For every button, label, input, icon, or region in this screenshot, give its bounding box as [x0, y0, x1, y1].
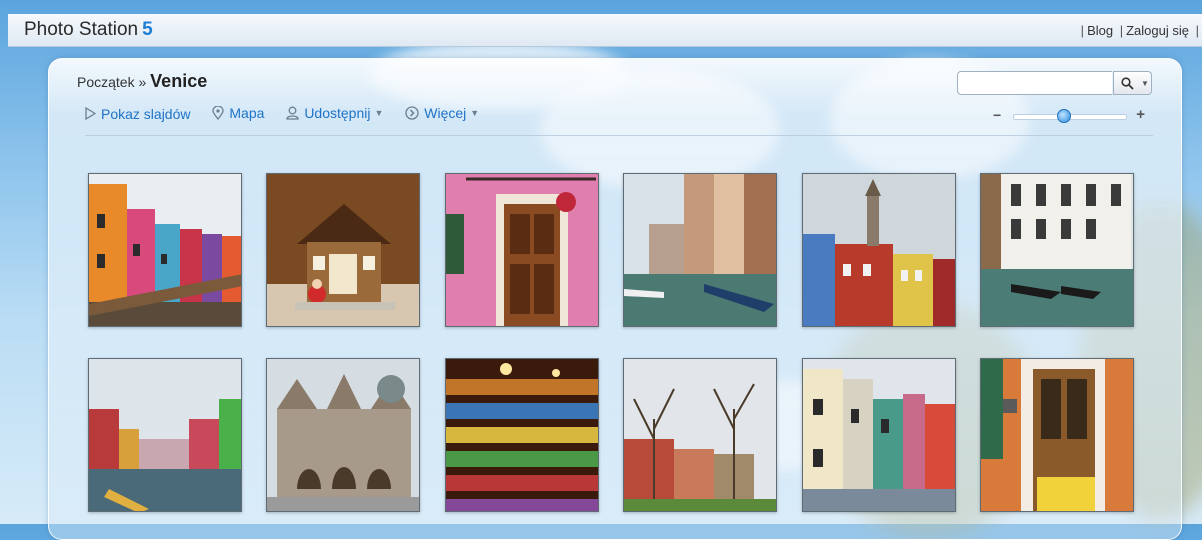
photo-thumbnail[interactable] — [802, 358, 956, 512]
photo-thumbnail[interactable] — [88, 173, 242, 327]
slideshow-button[interactable]: Pokaz slajdów — [85, 106, 191, 122]
photo-thumbnail[interactable] — [623, 358, 777, 512]
app-version: 5 — [142, 19, 153, 40]
share-button[interactable]: Udostępnij ▼ — [286, 105, 383, 121]
search-options-button[interactable]: ▼ — [1139, 71, 1152, 95]
photo-thumbnail[interactable] — [266, 173, 420, 327]
chevron-down-icon: ▼ — [374, 108, 384, 118]
top-bar: Photo Station 5 | Blog | Zaloguj się | — [8, 14, 1202, 47]
zoom-out-icon[interactable]: − — [993, 107, 1001, 123]
photo-thumbnail[interactable] — [266, 358, 420, 512]
photo-thumbnail[interactable] — [802, 173, 956, 327]
zoom-in-icon[interactable]: + — [1136, 106, 1145, 123]
toolbar-divider — [85, 135, 1153, 136]
separator: | — [1080, 23, 1085, 38]
toolbar: Pokaz slajdów Mapa Udostępnij ▼ Więcej ▼ — [85, 105, 497, 123]
more-label: Więcej — [424, 105, 467, 121]
chevron-down-icon: ▼ — [1141, 78, 1149, 88]
more-button[interactable]: Więcej ▼ — [405, 105, 479, 121]
user-icon — [286, 106, 299, 120]
search-icon — [1120, 76, 1134, 90]
search-input[interactable] — [957, 71, 1112, 95]
photo-thumbnail[interactable] — [445, 358, 599, 512]
top-links: | Blog | Zaloguj się | — [1078, 23, 1202, 38]
slider-handle[interactable] — [1057, 109, 1072, 123]
map-button[interactable]: Mapa — [212, 105, 264, 121]
separator: | — [1195, 23, 1199, 38]
breadcrumb-separator: » — [138, 74, 147, 90]
photo-thumbnail[interactable] — [980, 358, 1134, 512]
breadcrumb-current: Venice — [150, 71, 208, 91]
breadcrumb: Początek » Venice — [77, 71, 207, 92]
more-circle-icon — [405, 106, 419, 120]
chevron-down-icon: ▼ — [470, 108, 480, 118]
blog-link[interactable]: Blog — [1087, 23, 1113, 38]
login-link[interactable]: Zaloguj się — [1126, 23, 1189, 38]
play-icon — [85, 107, 96, 120]
search-box: ▼ — [957, 71, 1152, 95]
thumbnail-size-slider[interactable]: − + — [993, 106, 1145, 123]
slideshow-label: Pokaz slajdów — [101, 105, 191, 122]
photo-thumbnail[interactable] — [88, 358, 242, 512]
app-name: Photo Station — [24, 19, 139, 40]
map-label: Mapa — [229, 105, 265, 121]
breadcrumb-home[interactable]: Początek — [77, 74, 135, 90]
photo-thumbnail[interactable] — [623, 173, 777, 327]
photo-thumbnail[interactable] — [445, 173, 599, 327]
separator: | — [1119, 23, 1124, 38]
photo-thumbnail[interactable] — [980, 173, 1134, 327]
search-button[interactable] — [1113, 71, 1141, 95]
share-label: Udostępnij — [304, 105, 371, 121]
map-pin-icon — [212, 106, 225, 120]
app-logo[interactable]: Photo Station 5 — [24, 19, 153, 41]
